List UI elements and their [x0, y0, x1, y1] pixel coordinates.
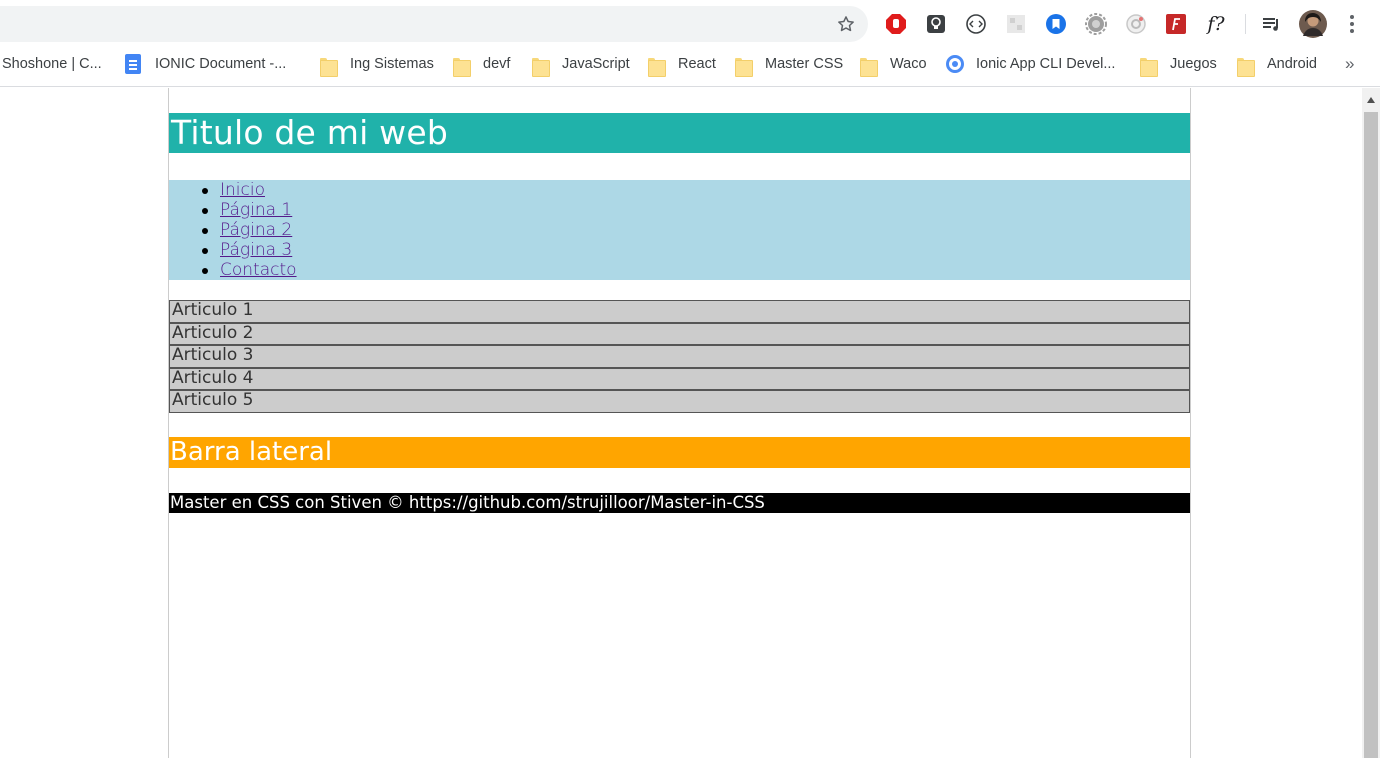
address-bar[interactable] [0, 6, 868, 42]
bookmark-label: Juegos [1170, 56, 1217, 72]
bookmark-label: Shoshone | C... [2, 56, 102, 72]
nav-link-contacto[interactable]: Contacto [220, 260, 297, 280]
folder-icon [860, 57, 878, 77]
grid-extension-icon[interactable] [1004, 12, 1028, 36]
whatfont-icon[interactable]: f? [1204, 12, 1228, 36]
article-item: Articulo 5 [169, 390, 1190, 413]
bookmark-item[interactable]: JavaScript [532, 44, 630, 84]
folder-icon [735, 57, 753, 77]
bookmark-item[interactable]: React [648, 44, 716, 84]
google-docs-icon [125, 54, 141, 74]
camera-extension-icon[interactable] [1124, 12, 1148, 36]
bookmark-item[interactable]: Ing Sistemas [320, 44, 434, 84]
bookmark-label: JavaScript [562, 56, 630, 72]
bookmark-label: Ing Sistemas [350, 56, 434, 72]
articles-section: Articulo 1 Articulo 2 Articulo 3 Articul… [169, 300, 1190, 413]
bookmark-item[interactable]: Master CSS [735, 44, 843, 84]
nav-item: Inicio [169, 180, 297, 200]
nav-link-pagina-2[interactable]: Página 2 [220, 220, 292, 240]
article-item: Articulo 2 [169, 322, 1190, 345]
nav-link-inicio[interactable]: Inicio [220, 180, 265, 200]
toolbar-separator [1245, 14, 1246, 34]
nav-item: Contacto [169, 260, 297, 280]
nav-link-pagina-3[interactable]: Página 3 [220, 240, 292, 260]
ionic-icon [946, 55, 964, 73]
overflow-chevron-icon: » [1345, 54, 1355, 73]
folder-icon [1237, 57, 1255, 77]
sidebar: Barra lateral [169, 437, 1190, 468]
bookmark-star-icon[interactable] [834, 12, 858, 36]
folder-icon [320, 57, 338, 77]
bookmark-extension-icon[interactable] [1044, 12, 1068, 36]
profile-avatar[interactable] [1299, 10, 1327, 38]
bookmark-item[interactable]: Shoshone | C... [2, 44, 102, 84]
scrollbar-thumb[interactable] [1364, 112, 1378, 758]
page-viewport: Titulo de mi web Inicio Página 1 Página … [0, 88, 1362, 758]
folder-icon [532, 57, 550, 77]
nav-item: Página 1 [169, 200, 297, 220]
bookmark-label: IONIC Document -... [155, 56, 287, 72]
bookmark-item[interactable]: Waco [860, 44, 927, 84]
site-footer: Master en CSS con Stiven © https://githu… [169, 493, 1190, 513]
bookmark-item[interactable]: Android [1237, 44, 1317, 84]
sidebar-title: Barra lateral [170, 437, 333, 467]
folder-icon [648, 57, 666, 77]
scroll-up-arrow-icon[interactable] [1362, 88, 1380, 112]
font-extension-icon[interactable] [1164, 12, 1188, 36]
nav-link-pagina-1[interactable]: Página 1 [220, 200, 292, 220]
bookmark-item[interactable]: devf [453, 44, 510, 84]
article-item: Articulo 3 [169, 345, 1190, 368]
bookmark-label: devf [483, 56, 511, 72]
nav-item: Página 3 [169, 240, 297, 260]
playlist-icon[interactable] [1259, 12, 1283, 36]
bookmark-label: Android [1267, 56, 1317, 72]
site-title: Titulo de mi web [171, 113, 448, 152]
adblock-icon[interactable] [884, 12, 908, 36]
bookmark-item[interactable]: Ionic App CLI Devel... [946, 44, 1115, 84]
bookmark-label: Waco [890, 56, 927, 72]
article-item: Articulo 4 [169, 367, 1190, 390]
gear-extension-icon[interactable] [1084, 12, 1108, 36]
menu-dots-icon[interactable] [1340, 12, 1364, 36]
nav-list: Inicio Página 1 Página 2 Página 3 Contac… [169, 180, 297, 280]
bookmark-item[interactable]: Juegos [1140, 44, 1217, 84]
folder-icon [1140, 57, 1158, 77]
whatfont-label: f? [1207, 13, 1225, 35]
nav-item: Página 2 [169, 220, 297, 240]
bookmark-label: Ionic App CLI Devel... [976, 56, 1116, 72]
browser-toolbar: f? [0, 0, 1380, 44]
article-item: Articulo 1 [169, 300, 1190, 323]
bookmark-label: React [678, 56, 716, 72]
bookmarks-bar: Shoshone | C... IONIC Document -... Ing … [0, 44, 1380, 87]
site-header: Titulo de mi web [169, 113, 1190, 153]
code-icon[interactable] [964, 12, 988, 36]
bookmarks-overflow-button[interactable]: » [1345, 44, 1354, 84]
bookmark-item[interactable]: IONIC Document -... [125, 44, 286, 84]
lightbulb-icon[interactable] [924, 12, 948, 36]
folder-icon [453, 57, 471, 77]
site-nav: Inicio Página 1 Página 2 Página 3 Contac… [169, 180, 1190, 280]
page-container: Titulo de mi web Inicio Página 1 Página … [168, 88, 1191, 758]
bookmark-label: Master CSS [765, 56, 844, 72]
